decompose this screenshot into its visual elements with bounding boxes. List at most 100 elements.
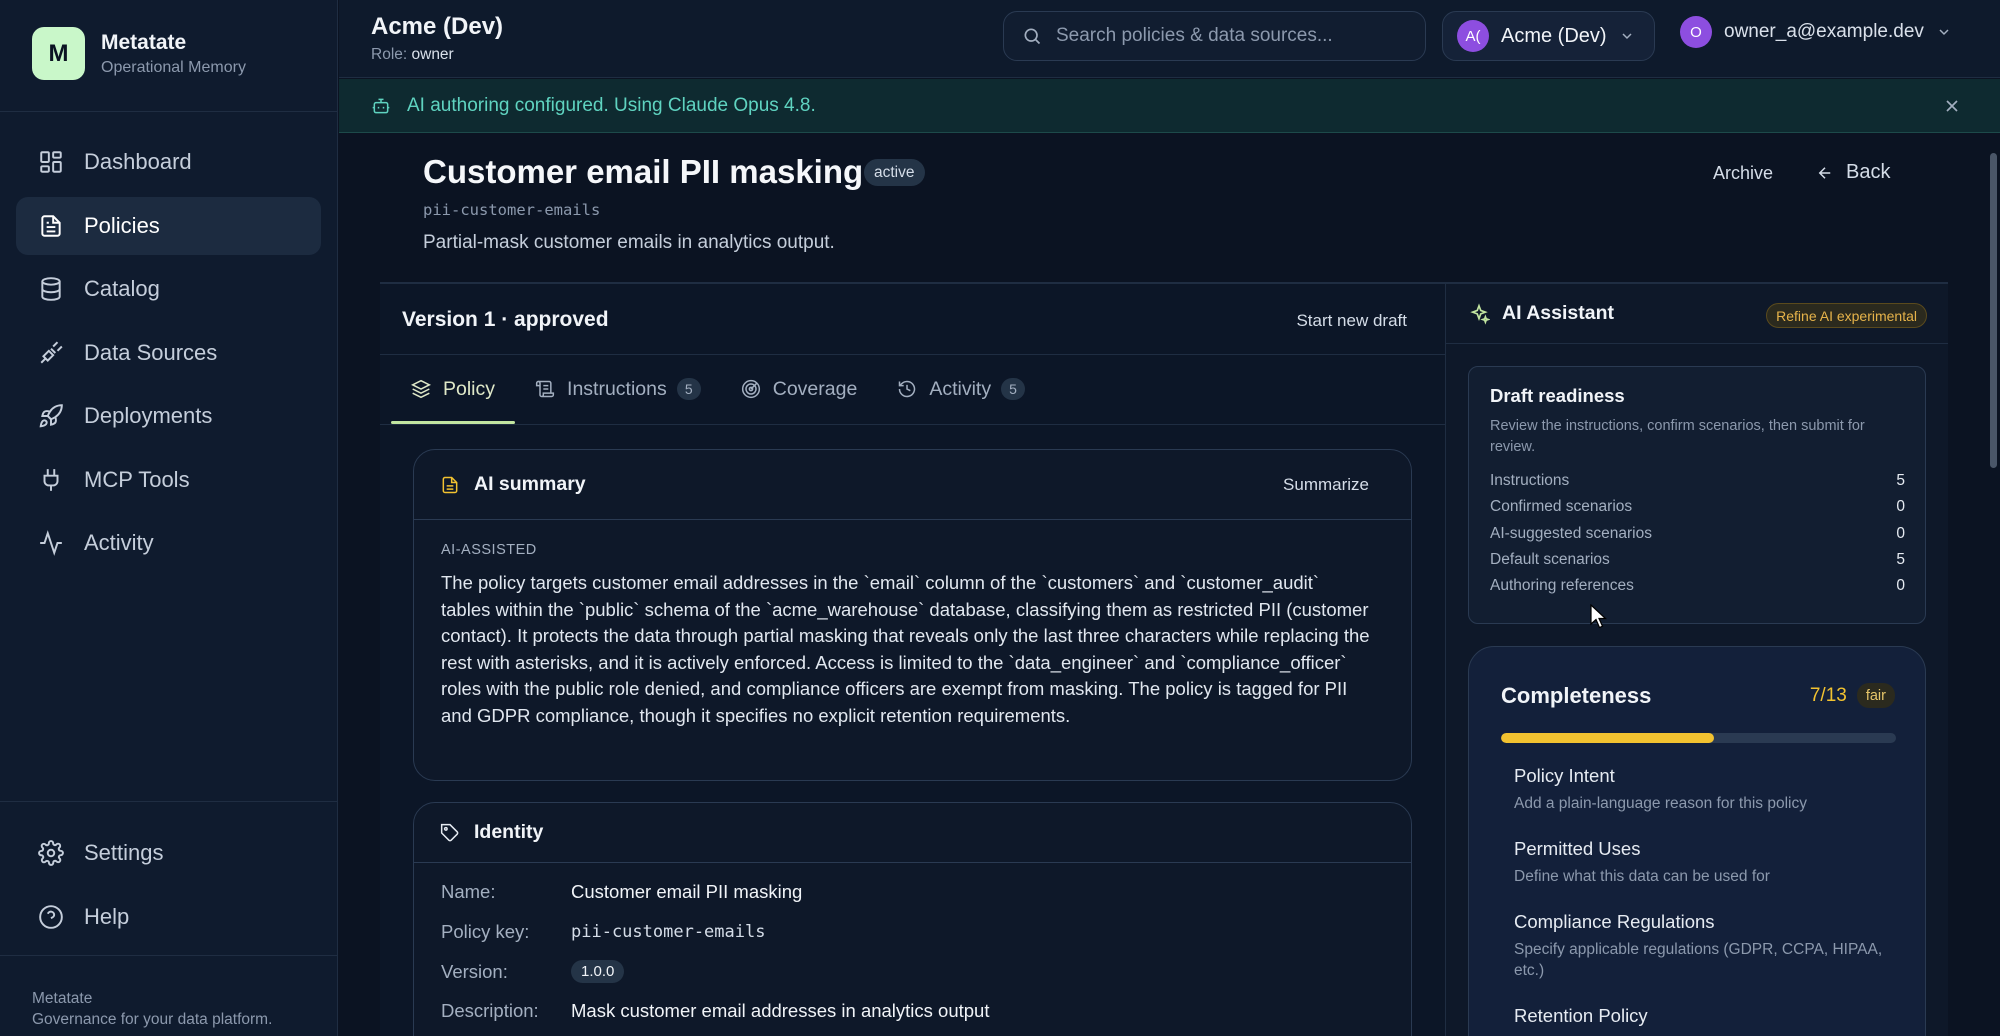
document-icon bbox=[41, 214, 61, 237]
radar-icon bbox=[741, 379, 760, 399]
ai-summary-header: AI summary Summarize bbox=[414, 450, 1411, 520]
experimental-badge: Refine AI experimental bbox=[1766, 303, 1927, 328]
status-badge: active bbox=[864, 159, 925, 186]
readiness-list: Instructions 5 Confirmed scenarios 0 AI-su… bbox=[1490, 468, 1905, 599]
sidebar-footer: Metatate Governance for your data platfo… bbox=[32, 988, 272, 1030]
readiness-title: Draft readiness bbox=[1490, 385, 1625, 406]
readiness-row: Authoring references 0 bbox=[1490, 577, 1905, 595]
draft-readiness-card: Draft readiness Review the instructions,… bbox=[1468, 366, 1926, 624]
tab-instructions[interactable]: Instructions 5 bbox=[515, 354, 721, 424]
pulse-icon bbox=[40, 530, 62, 556]
sidebar-item-deployments[interactable]: Deployments bbox=[16, 387, 321, 445]
sidebar-item-label: Policies bbox=[84, 212, 160, 238]
tab-label: Policy bbox=[443, 377, 496, 400]
footer-subtitle: Governance for your data platform. bbox=[32, 1011, 273, 1028]
sidebar-item-policies[interactable]: Policies bbox=[16, 196, 321, 255]
tab-coverage[interactable]: Coverage bbox=[721, 354, 878, 424]
brand-name: Metatate bbox=[101, 30, 187, 54]
brand-subtitle: Operational Memory bbox=[101, 58, 246, 76]
requirement-item[interactable]: Compliance Regulations Specify applicabl… bbox=[1514, 911, 1894, 981]
back-label: Back bbox=[1846, 161, 1891, 183]
requirement-desc: Define what this data can be used for bbox=[1514, 868, 1770, 885]
policy-description: Partial-mask customer emails in analytic… bbox=[423, 232, 835, 253]
policy-key: pii-customer-emails bbox=[423, 201, 601, 219]
tab-label: Activity bbox=[929, 377, 992, 400]
requirement-title: Compliance Regulations bbox=[1514, 911, 1715, 932]
sidebar-item-label: Catalog bbox=[84, 276, 160, 301]
org-switcher-label: Acme (Dev) bbox=[1501, 24, 1607, 47]
ai-assistant-panel: AI Assistant Refine AI experimental Draf… bbox=[1445, 284, 1948, 1036]
ai-assistant-header: AI Assistant Refine AI experimental bbox=[1446, 284, 1948, 344]
org-role: Role: owner bbox=[371, 46, 454, 63]
org-title: Acme (Dev) bbox=[371, 13, 504, 40]
close-icon[interactable] bbox=[1942, 96, 1962, 116]
field-value: Customer email PII masking bbox=[571, 881, 803, 902]
sidebar-item-activity[interactable]: Activity bbox=[16, 514, 321, 572]
scrollbar-thumb[interactable] bbox=[1990, 153, 1997, 468]
summarize-button[interactable]: Summarize bbox=[1283, 475, 1369, 495]
layers-icon bbox=[411, 379, 431, 399]
tab-activity[interactable]: Activity 5 bbox=[877, 354, 1045, 424]
requirement-item[interactable]: Retention Policy bbox=[1514, 1005, 1895, 1027]
requirement-item[interactable]: Policy Intent Add a plain-language reaso… bbox=[1514, 765, 1895, 814]
user-email: owner_a@example.dev bbox=[1724, 21, 1924, 42]
brand[interactable]: M Metatate Operational Memory bbox=[32, 27, 246, 80]
sidebar-item-label: Dashboard bbox=[84, 149, 192, 174]
requirement-desc: Specify applicable regulations (GDPR, CC… bbox=[1514, 941, 1883, 979]
identity-row-policy-key: Policy key: pii-customer-emails bbox=[441, 921, 765, 943]
mouse-cursor-icon bbox=[1590, 604, 1608, 629]
sidebar-item-catalog[interactable]: Catalog bbox=[16, 260, 321, 318]
completeness-score: 7/13 fair bbox=[1810, 683, 1895, 708]
user-menu[interactable]: O owner_a@example.dev bbox=[1680, 16, 1952, 48]
ai-summary-text: The policy targets customer email addres… bbox=[441, 572, 1370, 726]
requirement-item[interactable]: Permitted Uses Define what this data can… bbox=[1514, 838, 1895, 887]
scroll-icon bbox=[535, 380, 555, 398]
tab-label: Coverage bbox=[772, 377, 858, 400]
connector-icon bbox=[43, 468, 59, 491]
field-value: pii-customer-emails bbox=[571, 922, 766, 942]
start-new-draft-button[interactable]: Start new draft bbox=[1296, 311, 1407, 331]
readiness-row: Confirmed scenarios 0 bbox=[1490, 498, 1905, 516]
sparkles-icon bbox=[1470, 302, 1490, 325]
ai-assistant-title: AI Assistant bbox=[1502, 302, 1614, 324]
identity-row-name: Name: Customer email PII masking bbox=[441, 881, 802, 903]
search-input[interactable] bbox=[1056, 25, 1416, 47]
search-box[interactable] bbox=[1003, 11, 1426, 61]
sidebar-item-label: Help bbox=[84, 903, 130, 929]
sidebar-item-help[interactable]: Help bbox=[16, 888, 321, 946]
sidebar: M Metatate Operational Memory Dashboard … bbox=[0, 0, 338, 1036]
field-label: Name: bbox=[441, 881, 496, 902]
banner-message: AI authoring configured. Using Claude Op… bbox=[407, 94, 816, 116]
tab-label: Instructions bbox=[567, 377, 667, 400]
footer-title: Metatate bbox=[32, 990, 93, 1007]
identity-title: Identity bbox=[474, 821, 544, 843]
readiness-row: Default scenarios 5 bbox=[1490, 551, 1905, 569]
sidebar-item-label: Activity bbox=[84, 530, 154, 555]
tab-count: 5 bbox=[676, 378, 701, 400]
requirement-title: Permitted Uses bbox=[1514, 838, 1641, 859]
sidebar-item-settings[interactable]: Settings bbox=[16, 824, 321, 882]
readiness-row: Instructions 5 bbox=[1490, 472, 1905, 490]
brand-logo: M bbox=[32, 27, 85, 80]
search-icon bbox=[1024, 28, 1041, 45]
sidebar-item-mcp-tools[interactable]: MCP Tools bbox=[16, 451, 321, 509]
sidebar-divider bbox=[0, 955, 337, 956]
sidebar-item-data-sources[interactable]: Data Sources bbox=[16, 324, 321, 382]
identity-row-description: Description: Mask customer email address… bbox=[441, 1000, 990, 1022]
rocket-icon bbox=[39, 404, 63, 428]
sidebar-item-dashboard[interactable]: Dashboard bbox=[16, 133, 321, 191]
org-switcher[interactable]: A( Acme (Dev) bbox=[1442, 11, 1655, 61]
requirement-title: Retention Policy bbox=[1514, 1005, 1648, 1026]
sidebar-item-label: Data Sources bbox=[84, 339, 218, 365]
version-title: Version 1 · approved bbox=[402, 308, 609, 331]
tabs-divider bbox=[380, 424, 1445, 425]
sidebar-item-label: Settings bbox=[84, 840, 164, 865]
arrow-left-icon bbox=[1818, 166, 1831, 179]
tab-policy[interactable]: Policy bbox=[391, 354, 516, 424]
archive-button[interactable]: Archive bbox=[1713, 163, 1773, 184]
policy-panel: Version 1 · approved Start new draft Pol… bbox=[380, 284, 1445, 1036]
tab-bar: Policy Instructions 5 Coverage Activity … bbox=[391, 354, 1045, 424]
back-button[interactable]: Back bbox=[1816, 161, 1890, 184]
sidebar-bottom-nav: Settings Help bbox=[16, 824, 321, 951]
requirement-desc: Add a plain-language reason for this pol… bbox=[1514, 795, 1807, 812]
